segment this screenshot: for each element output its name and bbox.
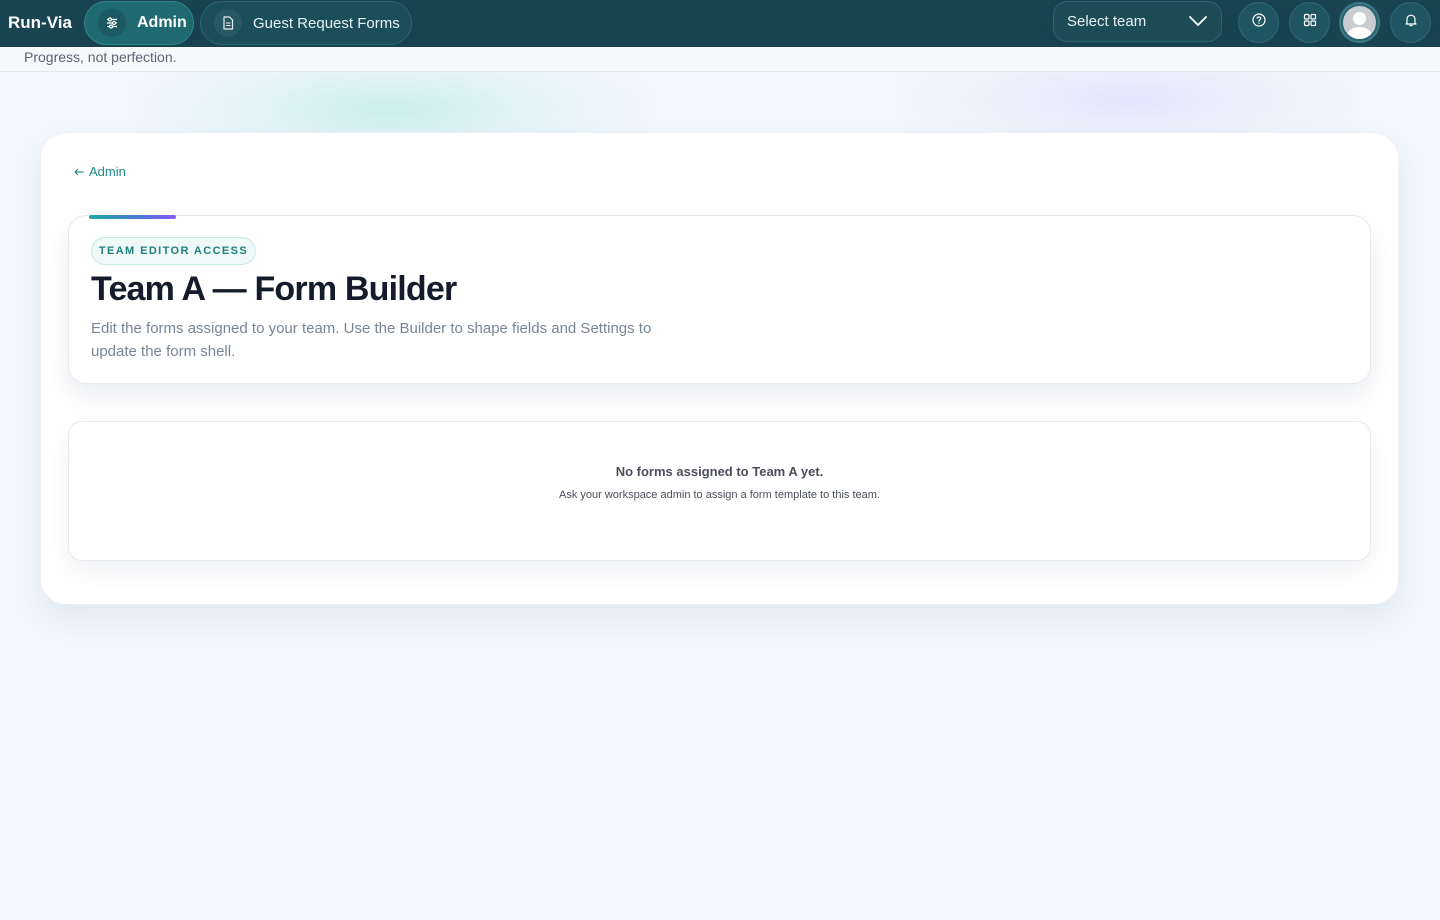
- nav-guest-request-forms-button[interactable]: Guest Request Forms: [200, 1, 412, 45]
- tagline-text: Progress, not perfection.: [24, 49, 177, 65]
- user-avatar-icon: [1343, 6, 1376, 39]
- notifications-button[interactable]: [1390, 2, 1431, 43]
- nav-admin-button[interactable]: Admin: [84, 1, 194, 45]
- back-to-admin-link[interactable]: Admin: [74, 164, 126, 179]
- help-circle-icon: [1251, 13, 1266, 32]
- sliders-icon: [98, 9, 126, 37]
- apps-button[interactable]: [1289, 2, 1330, 43]
- arrow-left-icon: [74, 164, 84, 179]
- user-avatar-button[interactable]: [1339, 2, 1380, 43]
- team-select-value: Select team: [1067, 13, 1147, 30]
- nav-admin-label: Admin: [137, 14, 187, 31]
- chevron-down-icon: [1189, 13, 1207, 31]
- access-badge: TEAM EDITOR ACCESS: [91, 237, 256, 265]
- page-title: Team A — Form Builder: [91, 270, 457, 308]
- back-link-label: Admin: [89, 164, 126, 179]
- tagline-bar: Progress, not perfection.: [0, 47, 1440, 72]
- grid-icon: [1303, 13, 1317, 32]
- help-button[interactable]: [1238, 2, 1279, 43]
- brand-logo[interactable]: Run-Via: [8, 13, 72, 33]
- page-description: Edit the forms assigned to your team. Us…: [91, 320, 652, 360]
- empty-state-subtitle: Ask your workspace admin to assign a for…: [559, 489, 880, 501]
- bell-icon: [1404, 13, 1418, 32]
- nav-forms-label: Guest Request Forms: [253, 14, 400, 32]
- header-accent-bar: [89, 215, 176, 219]
- document-icon: [214, 9, 242, 37]
- team-select-dropdown[interactable]: Select team: [1053, 1, 1222, 42]
- top-nav-bar: Run-Via Admin Guest Request Forms Select: [0, 0, 1440, 47]
- empty-state-title: No forms assigned to Team A yet.: [615, 464, 824, 479]
